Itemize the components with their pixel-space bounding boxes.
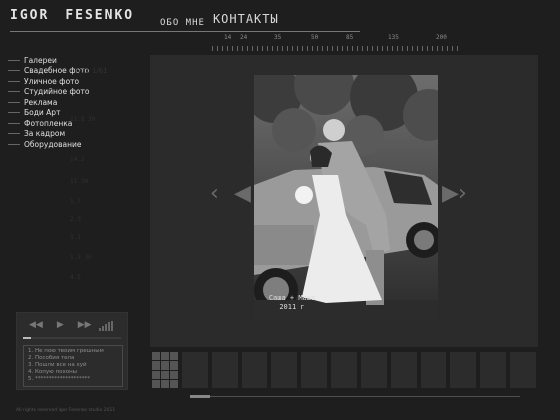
photo-viewer: ‹ ◀ Саша + Маша 2011 г ▶ › [150, 55, 538, 347]
thumbnail[interactable] [271, 352, 298, 388]
brand-last-name: FESENKO [65, 8, 135, 23]
focal-ruler: 14 24 35 50 85 135 200 [212, 34, 462, 51]
menu-bar [8, 112, 20, 114]
playlist-track[interactable]: 3. Пошли все на хуй [28, 362, 118, 369]
menu-bar [8, 133, 20, 135]
ruler-label: 50 [311, 34, 319, 41]
thumbnail[interactable] [241, 352, 268, 388]
brand-logo[interactable]: IGOR FESENKO [10, 8, 134, 23]
menu-bar [8, 91, 20, 93]
sidebar-item-advertising[interactable]: Реклама [8, 97, 138, 108]
wedding-photo[interactable]: Саша + Маша 2011 г [254, 75, 438, 321]
sidebar-item-label: Галереи [24, 55, 57, 65]
sidebar-ghost-number: 4.5 [70, 274, 81, 281]
header-divider [10, 31, 360, 32]
sidebar-item-label: Уличное фото [24, 76, 80, 86]
playlist-track[interactable]: 5. ******************** [28, 376, 118, 383]
thumbnail[interactable] [331, 352, 357, 388]
next-photo-chevron-icon[interactable]: › [458, 183, 467, 205]
nav-contacts-link[interactable]: КОНТАКТЫ [213, 12, 279, 28]
playlist: 1. Не пою твоим грешным 2. Пособия тела … [23, 345, 123, 387]
playlist-track[interactable]: 2. Пособия тела [28, 355, 118, 362]
prev-photo-triangle-icon[interactable]: ◀ [234, 183, 251, 205]
player-progress-fill [23, 337, 31, 339]
next-track-icon[interactable]: ▶▶ [78, 320, 92, 330]
ruler-label: 135 [388, 34, 399, 41]
previous-track-icon[interactable]: ◀◀ [29, 320, 43, 330]
sidebar-item-galleries[interactable]: Галереи [8, 55, 138, 66]
thumbnail-strip [152, 352, 536, 388]
prev-photo-chevron-icon[interactable]: ‹ [210, 183, 219, 205]
music-player: ◀◀ ▶ ▶▶ 1. Не пою твоим грешным 2. Пособ… [16, 312, 128, 390]
play-icon[interactable]: ▶ [57, 320, 64, 330]
sidebar-ghost-number: 1 7 [70, 198, 81, 205]
sidebar-item-wedding[interactable]: Свадебное фото 7/11 1/61 [8, 66, 138, 77]
sidebar-item-label: Студийное фото [24, 87, 90, 97]
sidebar-item-label: Боди Арт [24, 108, 61, 118]
thumbnail-scrollbar[interactable] [190, 396, 520, 397]
thumbnail[interactable] [450, 352, 477, 388]
thumbnail[interactable] [211, 352, 238, 388]
sidebar-item-street[interactable]: Уличное фото [8, 76, 138, 87]
sidebar-item-equipment[interactable]: Оборудование [8, 139, 138, 150]
brand-first-name: IGOR [10, 8, 50, 23]
top-navigation: ОБО МНЕ КОНТАКТЫ [160, 12, 279, 28]
sidebar-ghost-text: 7/11 1/61 [74, 66, 108, 75]
thumbnail[interactable] [510, 352, 536, 388]
caption-year: 2011 г [279, 303, 305, 311]
ruler-ticks [212, 46, 462, 51]
sidebar-item-label: Реклама [24, 97, 58, 107]
menu-bar [8, 143, 20, 145]
thumbnail[interactable] [390, 352, 417, 388]
sidebar-ghost-number: 14.2 [70, 156, 85, 163]
thumbnail[interactable] [182, 352, 208, 388]
playlist-track[interactable]: 4. Копую похоны [28, 369, 118, 376]
sidebar-item-label: Оборудование [24, 139, 82, 149]
thumbnail-scroll-handle[interactable] [190, 395, 210, 398]
menu-bar [8, 70, 20, 72]
sidebar-menu: Галереи Свадебное фото 7/11 1/61 Уличное … [8, 55, 138, 150]
ruler-label: 85 [346, 34, 354, 41]
player-controls: ◀◀ ▶ ▶▶ [29, 320, 92, 330]
menu-bar [8, 80, 20, 82]
sidebar-item-studio[interactable]: Студийное фото [8, 87, 138, 98]
menu-bar [8, 101, 20, 103]
photo-image [254, 75, 438, 321]
menu-bar [8, 122, 20, 124]
sidebar-item-label: Фотопленка [24, 118, 73, 128]
sidebar-ghost-number: 2.9 [70, 216, 81, 223]
sidebar-ghost-number: 3.1 [70, 234, 81, 241]
thumbnail[interactable] [480, 352, 507, 388]
player-progress-bar[interactable] [23, 337, 121, 339]
nav-about-link[interactable]: ОБО МНЕ [160, 18, 205, 28]
next-photo-triangle-icon[interactable]: ▶ [442, 183, 459, 205]
playlist-track[interactable]: 1. Не пою твоим грешным [28, 348, 118, 355]
sidebar-ghost-number: 11.8 30 [70, 116, 96, 123]
sidebar-ghost-number: 11 30 [70, 178, 89, 185]
footer-copyright: All rights reserved Igor Fesenko studio … [16, 408, 116, 413]
ruler-label: 35 [274, 34, 282, 41]
ruler-label: 24 [240, 34, 248, 41]
volume-icon[interactable] [99, 321, 113, 331]
sidebar-item-behind-scenes[interactable]: За кадром [8, 129, 138, 140]
ruler-label: 200 [436, 34, 447, 41]
caption-names: Саша + Маша [268, 294, 316, 302]
sidebar-ghost-number: 1.3 30 [70, 254, 92, 261]
menu-bar [8, 59, 20, 61]
ruler-label: 14 [224, 34, 232, 41]
sidebar-item-label: За кадром [24, 129, 66, 139]
thumbnail[interactable] [420, 352, 447, 388]
photo-caption: Саша + Маша 2011 г [257, 294, 327, 312]
thumbnail[interactable] [360, 352, 387, 388]
grid-view-icon[interactable] [152, 352, 178, 388]
thumbnail[interactable] [301, 352, 328, 388]
